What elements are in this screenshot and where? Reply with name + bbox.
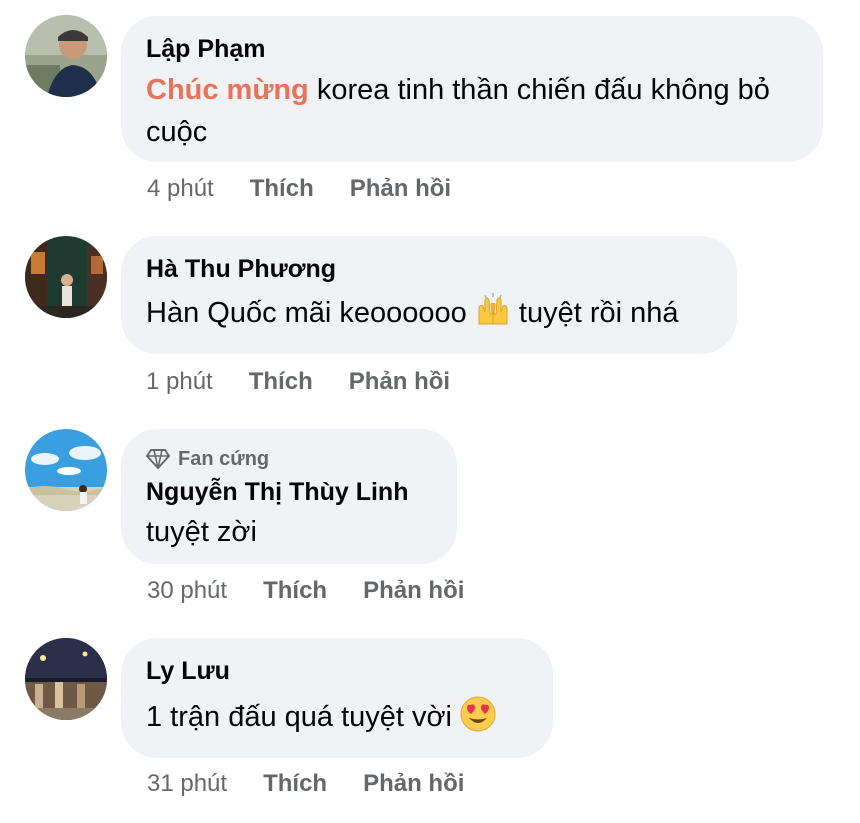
comment-author[interactable]: Ly Lưu bbox=[146, 656, 527, 686]
heart-eyes-icon bbox=[460, 696, 496, 732]
comment-text: Hàn Quốc mãi keoooooo tuyệt rồi nhá bbox=[146, 292, 711, 334]
comment-text: Chúc mừng korea tinh thần chiến đấu khôn… bbox=[146, 69, 797, 153]
like-button[interactable]: Thích bbox=[249, 367, 313, 397]
reply-button[interactable]: Phản hồi bbox=[363, 576, 464, 606]
comment-time[interactable]: 4 phút bbox=[147, 174, 214, 204]
comment-actions: 30 phút Thích Phản hồi bbox=[147, 576, 500, 606]
comment-text: tuyệt zời bbox=[146, 516, 257, 548]
raising-hands-icon bbox=[478, 293, 508, 325]
reply-button[interactable]: Phản hồi bbox=[350, 174, 451, 204]
avatar[interactable] bbox=[25, 15, 107, 97]
like-button[interactable]: Thích bbox=[263, 769, 327, 799]
comment-text-body: Hàn Quốc mãi keoooooo bbox=[146, 297, 475, 329]
diamond-icon bbox=[146, 449, 170, 469]
comment-author[interactable]: Nguyễn Thị Thùy Linh bbox=[146, 477, 431, 507]
reply-button[interactable]: Phản hồi bbox=[349, 367, 450, 397]
badge-label: Fan cứng bbox=[178, 448, 270, 470]
comment-bubble: Lập Phạm Chúc mừng korea tinh thần chiến… bbox=[121, 16, 823, 162]
avatar[interactable] bbox=[25, 638, 107, 720]
comment-author[interactable]: Lập Phạm bbox=[146, 34, 797, 64]
comment-highlight-link[interactable]: Chúc mừng bbox=[146, 74, 309, 106]
comment-actions: 4 phút Thích Phản hồi bbox=[147, 174, 487, 204]
comment-bubble: Hà Thu Phương Hàn Quốc mãi keoooooo tuyệ… bbox=[121, 236, 737, 354]
avatar[interactable] bbox=[25, 429, 107, 511]
comment-text: 1 trận đấu quá tuyệt vời bbox=[146, 696, 527, 738]
comment-text-body: tuyệt rồi nhá bbox=[510, 297, 679, 329]
avatar[interactable] bbox=[25, 236, 107, 318]
like-button[interactable]: Thích bbox=[263, 576, 327, 606]
comment-actions: 1 phút Thích Phản hồi bbox=[146, 367, 486, 397]
comment-time[interactable]: 31 phút bbox=[147, 769, 227, 799]
comment-author[interactable]: Hà Thu Phương bbox=[146, 254, 711, 284]
comment-time[interactable]: 1 phút bbox=[146, 367, 213, 397]
comment-time[interactable]: 30 phút bbox=[147, 576, 227, 606]
comment-actions: 31 phút Thích Phản hồi bbox=[147, 769, 500, 799]
comment-bubble: Fan cứng Nguyễn Thị Thùy Linh tuyệt zời bbox=[121, 429, 457, 564]
like-button[interactable]: Thích bbox=[250, 174, 314, 204]
fan-badge[interactable]: Fan cứng bbox=[146, 447, 431, 471]
reply-button[interactable]: Phản hồi bbox=[363, 769, 464, 799]
comment-bubble: Ly Lưu 1 trận đấu quá tuyệt vời bbox=[121, 638, 553, 758]
comment-text-body: 1 trận đấu quá tuyệt vời bbox=[146, 701, 461, 733]
